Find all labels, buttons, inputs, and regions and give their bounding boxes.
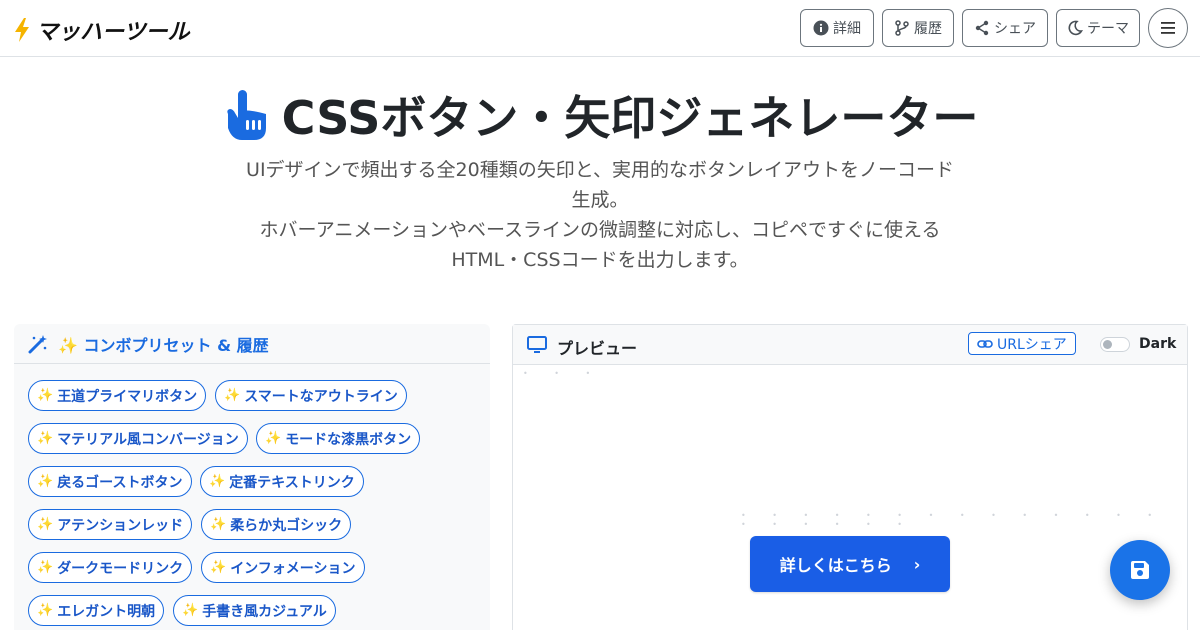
- preset-chip[interactable]: ✨ アテンションレッド: [28, 509, 193, 540]
- preset-chip[interactable]: ✨ 定番テキストリンク: [200, 466, 364, 497]
- sparkle-icon: ✨: [182, 603, 199, 618]
- preset-chip-label: エレガント明朝: [57, 603, 156, 620]
- preset-chip-label: 柔らか丸ゴシック: [230, 517, 343, 534]
- url-share-button[interactable]: URLシェア: [968, 332, 1076, 355]
- details-button[interactable]: 詳細: [800, 9, 874, 47]
- presets-panel-title: ✨ コンボプリセット & 履歴: [58, 335, 269, 355]
- sparkle-icon: ✨: [265, 431, 282, 446]
- share-nodes-icon: [975, 20, 989, 36]
- preset-chip-label: スマートなアウトライン: [244, 388, 398, 405]
- hero-description-line: HTML・CSSコードを出力します。: [451, 249, 749, 271]
- theme-button-label: テーマ: [1087, 21, 1129, 37]
- share-button-label: シェア: [994, 21, 1036, 37]
- preview-panel: プレビュー URLシェア Dark • • • • • • • • • • • …: [512, 324, 1188, 630]
- toggle-knob: [1103, 340, 1112, 349]
- sparkle-icon: ✨: [37, 603, 54, 618]
- magic-wand-icon: [28, 334, 47, 353]
- chevron-right-icon: ›: [913, 554, 921, 574]
- preset-chip[interactable]: ✨ ダークモードリンク: [28, 552, 193, 583]
- grid-dots: • • •: [523, 369, 603, 378]
- floppy-disk-icon: [1131, 561, 1149, 579]
- top-header: マッハーツール 詳細 履歴 シェア テーマ: [0, 0, 1200, 57]
- preview-cta-label: 詳しくはこちら: [779, 556, 892, 575]
- preset-chip[interactable]: ✨ インフォメーション: [201, 552, 365, 583]
- preset-chip[interactable]: ✨ エレガント明朝: [28, 595, 165, 626]
- preset-chip[interactable]: ✨ スマートなアウトライン: [215, 380, 407, 411]
- dark-mode-toggle[interactable]: [1100, 337, 1130, 352]
- menu-button[interactable]: [1148, 8, 1188, 48]
- share-button[interactable]: シェア: [962, 9, 1048, 47]
- page-title: CSSボタン・矢印ジェネレーター: [281, 91, 979, 145]
- preview-panel-header: プレビュー URLシェア Dark: [513, 325, 1187, 365]
- preset-chip-label: インフォメーション: [230, 560, 356, 577]
- history-button-label: 履歴: [914, 21, 942, 37]
- logo-text: マッハーツール: [36, 20, 190, 45]
- sparkle-icon: ✨: [209, 474, 226, 489]
- preset-chip-label: ダークモードリンク: [57, 560, 184, 577]
- preset-chip[interactable]: ✨ 手書き風カジュアル: [173, 595, 336, 626]
- hero-description: UIデザインで頻出する全20種類の矢印と、実用的なボタンレイアウトをノーコード …: [220, 155, 980, 275]
- sparkle-icon: ✨: [37, 431, 54, 446]
- hero-description-line: 生成。: [571, 189, 629, 211]
- pointing-hand-icon: [226, 90, 266, 140]
- monitor-icon: [527, 336, 547, 353]
- info-circle-icon: [813, 20, 829, 36]
- sparkle-icon: ✨: [210, 560, 227, 575]
- save-fab-button[interactable]: [1110, 540, 1170, 600]
- preset-chip-label: 定番テキストリンク: [229, 474, 355, 491]
- branch-icon: [895, 20, 909, 36]
- preset-chip-label: 戻るゴーストボタン: [57, 474, 183, 491]
- sparkle-icon: ✨: [37, 560, 54, 575]
- preset-chip-label: 手書き風カジュアル: [202, 603, 327, 620]
- preset-chip-label: 王道プライマリボタン: [57, 388, 198, 405]
- presets-panel-header: ✨ コンボプリセット & 履歴: [14, 324, 490, 364]
- preset-chip-label: マテリアル風コンバージョン: [57, 431, 239, 448]
- grid-dots: • • • • • • • • • • • • • • • • • • • •: [741, 511, 1165, 529]
- preset-chip[interactable]: ✨ 柔らか丸ゴシック: [201, 509, 352, 540]
- lightning-bolt-icon: [15, 18, 29, 42]
- url-share-label: URLシェア: [997, 336, 1067, 353]
- hamburger-icon: [1161, 22, 1175, 34]
- preset-chip[interactable]: ✨ マテリアル風コンバージョン: [28, 423, 248, 454]
- presets-panel: ✨ コンボプリセット & 履歴 ✨ 王道プライマリボタン ✨ スマートなアウトライン…: [14, 324, 490, 630]
- moon-icon: [1068, 20, 1083, 36]
- hero-description-line: ホバーアニメーションやベースラインの微調整に対応し、コピペですぐに使える: [259, 219, 941, 241]
- hero-description-line: UIデザインで頻出する全20種類の矢印と、実用的なボタンレイアウトをノーコード: [246, 159, 954, 181]
- sparkle-icon: ✨: [37, 388, 54, 403]
- preset-chip-label: アテンションレッド: [57, 517, 184, 534]
- sparkle-icon: ✨: [37, 517, 54, 532]
- sparkle-icon: ✨: [224, 388, 241, 403]
- preview-cta-button[interactable]: 詳しくはこちら ›: [750, 536, 950, 592]
- theme-button[interactable]: テーマ: [1056, 9, 1140, 47]
- preset-chip[interactable]: ✨ 戻るゴーストボタン: [28, 466, 192, 497]
- history-button[interactable]: 履歴: [882, 9, 954, 47]
- details-button-label: 詳細: [833, 21, 861, 37]
- sparkle-icon: ✨: [37, 474, 54, 489]
- preset-chip[interactable]: ✨ モードな漆黒ボタン: [256, 423, 421, 454]
- site-logo[interactable]: マッハーツール: [12, 14, 190, 46]
- preset-chip-label: モードな漆黒ボタン: [285, 431, 412, 448]
- hero-heading: CSSボタン・矢印ジェネレーター: [0, 82, 1200, 148]
- sparkle-icon: ✨: [210, 517, 227, 532]
- dark-mode-label: Dark: [1139, 336, 1177, 352]
- preset-chip[interactable]: ✨ 王道プライマリボタン: [28, 380, 207, 411]
- preview-panel-title: プレビュー: [557, 339, 638, 358]
- link-icon: [977, 339, 993, 348]
